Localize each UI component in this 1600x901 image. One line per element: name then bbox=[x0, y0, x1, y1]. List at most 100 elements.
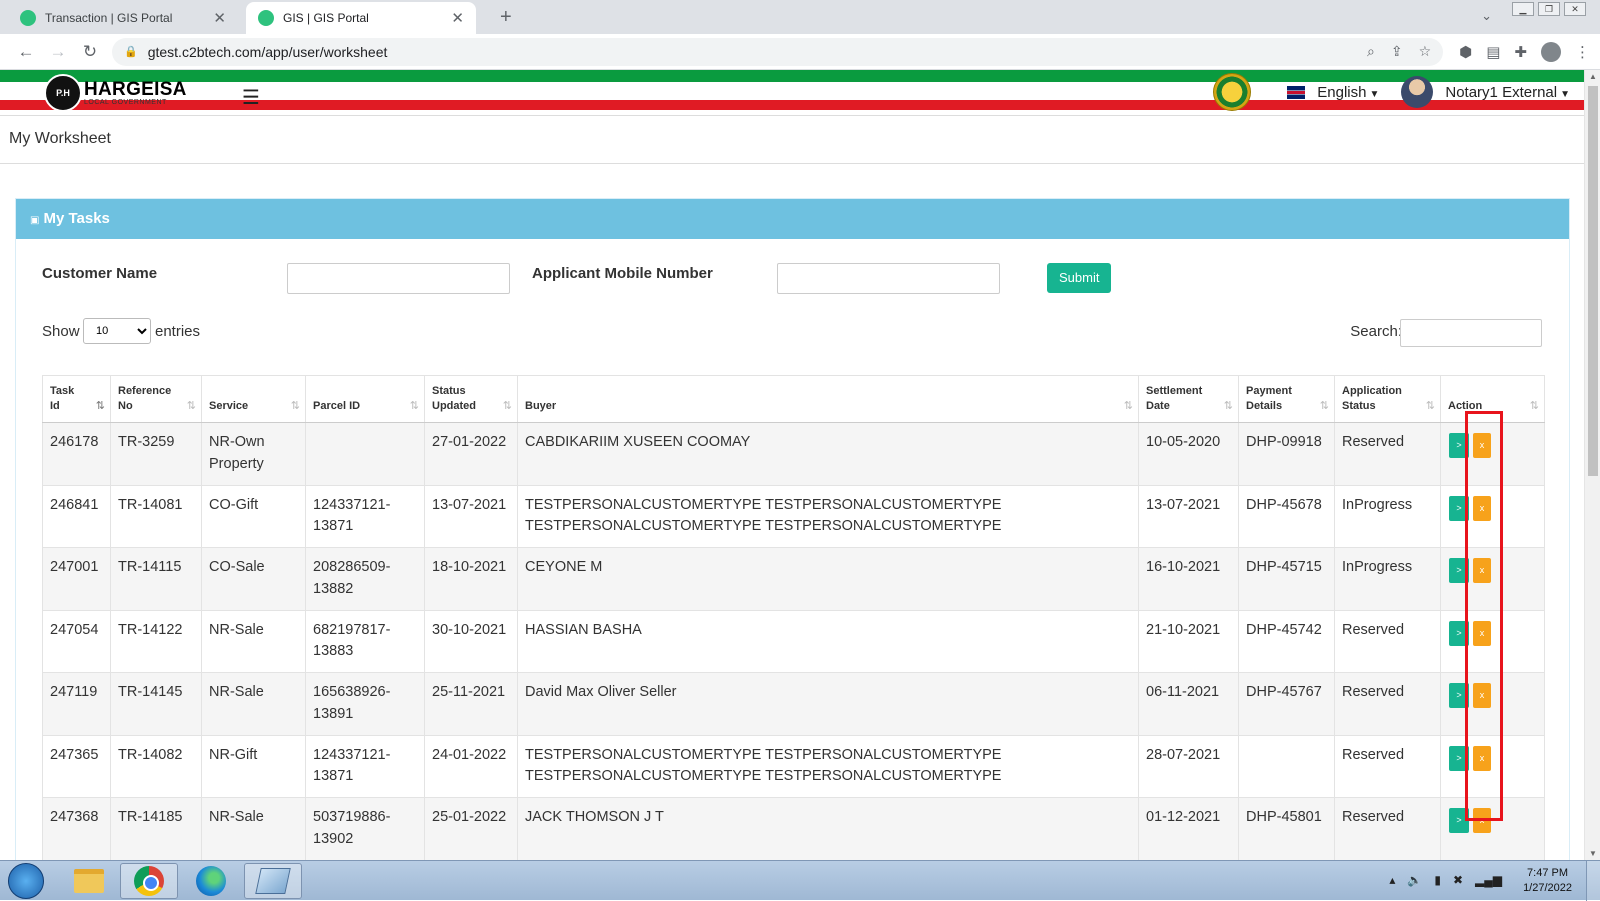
cancel-task-button[interactable]: x bbox=[1473, 495, 1491, 521]
sort-icon[interactable]: ⇅ bbox=[1426, 399, 1435, 414]
restore-icon[interactable]: ❐ bbox=[1538, 2, 1560, 16]
column-header[interactable]: Buyer ⇅ bbox=[517, 375, 1139, 423]
taskbar-explorer[interactable] bbox=[60, 863, 118, 899]
extension-shield-icon[interactable]: ⬢ bbox=[1459, 43, 1472, 61]
taskbar-notepad[interactable] bbox=[244, 863, 302, 899]
column-header[interactable]: Application Status ⇅ bbox=[1334, 375, 1441, 423]
cancel-task-button[interactable]: x bbox=[1473, 683, 1491, 708]
column-header[interactable]: Action ⇅ bbox=[1440, 375, 1545, 423]
edge-icon bbox=[196, 866, 226, 896]
hamburger-menu-icon[interactable]: ☰ bbox=[242, 85, 260, 110]
cancel-task-button[interactable]: x bbox=[1473, 433, 1491, 458]
table-cell: TR-14082 bbox=[110, 734, 202, 798]
mobile-number-input[interactable] bbox=[777, 263, 1000, 294]
browser-tab-gis[interactable]: GIS | GIS Portal ✕ bbox=[246, 2, 476, 34]
submit-button[interactable]: Submit bbox=[1047, 263, 1112, 293]
sort-icon[interactable]: ⇅ bbox=[96, 399, 105, 414]
battery-icon[interactable]: ▮ bbox=[1434, 873, 1441, 887]
column-header[interactable]: Parcel ID ⇅ bbox=[305, 375, 425, 423]
sort-icon[interactable]: ⇅ bbox=[187, 399, 196, 414]
chevron-down-icon[interactable]: ⌄ bbox=[1481, 8, 1492, 24]
sort-icon[interactable]: ⇅ bbox=[1124, 399, 1133, 414]
extensions-puzzle-icon[interactable]: ✚ bbox=[1514, 43, 1527, 61]
sort-icon[interactable]: ⇅ bbox=[1530, 399, 1539, 414]
bookmark-star-icon[interactable]: ☆ bbox=[1419, 43, 1432, 60]
emblem-icon: P.H bbox=[44, 74, 82, 112]
open-task-button[interactable]: > bbox=[1449, 433, 1469, 458]
taskbar-chrome[interactable] bbox=[120, 863, 178, 899]
lock-icon[interactable]: 🔒 bbox=[124, 45, 138, 58]
column-header[interactable]: Service ⇅ bbox=[201, 375, 306, 423]
close-icon[interactable]: ✕ bbox=[451, 9, 464, 27]
minimize-icon[interactable]: ▁ bbox=[1512, 2, 1534, 16]
profile-avatar-icon[interactable] bbox=[1541, 41, 1561, 62]
forward-arrow-icon[interactable]: → bbox=[42, 42, 74, 62]
column-header-label: Parcel ID bbox=[313, 400, 361, 413]
sort-icon[interactable]: ⇅ bbox=[410, 399, 419, 414]
window-close-icon[interactable]: ✕ bbox=[1564, 2, 1586, 16]
customer-name-input[interactable] bbox=[287, 263, 510, 294]
reload-icon[interactable]: ↻ bbox=[74, 42, 106, 62]
table-cell bbox=[305, 422, 425, 486]
share-icon[interactable]: ⇪ bbox=[1391, 43, 1403, 60]
system-tray: ▴ 🔈 ▮ ✖ ▂▄▆ bbox=[1389, 873, 1502, 887]
cancel-task-button[interactable]: x bbox=[1473, 808, 1491, 833]
column-header[interactable]: Settlement Date ⇅ bbox=[1138, 375, 1239, 423]
scroll-up-icon[interactable]: ▲ bbox=[1585, 72, 1600, 81]
search-input[interactable] bbox=[1400, 319, 1542, 347]
show-desktop-button[interactable] bbox=[1586, 861, 1600, 901]
sort-icon[interactable]: ⇅ bbox=[503, 399, 512, 414]
taskbar-edge[interactable] bbox=[182, 863, 240, 899]
column-header[interactable]: Status Updated ⇅ bbox=[424, 375, 518, 423]
column-header-label: Settlement bbox=[1146, 385, 1203, 398]
open-task-button[interactable]: > bbox=[1449, 808, 1469, 833]
table-cell: 246841 bbox=[42, 484, 111, 548]
browser-tab-transaction[interactable]: Transaction | GIS Portal ✕ bbox=[8, 2, 238, 34]
column-header[interactable]: Task Id ⇅ bbox=[42, 375, 111, 423]
network-warning-icon[interactable]: ✖ bbox=[1453, 873, 1463, 887]
hargeisa-logo[interactable]: P.H HARGEISA LOCAL GOVERNMENT bbox=[44, 74, 187, 112]
open-task-button[interactable]: > bbox=[1449, 683, 1469, 708]
address-bar[interactable]: 🔒 gtest.c2btech.com/app/user/worksheet ⌕… bbox=[112, 37, 1444, 66]
column-header[interactable]: Reference No ⇅ bbox=[110, 375, 202, 423]
language-dropdown[interactable]: English ▼ bbox=[1317, 84, 1379, 101]
column-header[interactable]: Payment Details ⇅ bbox=[1238, 375, 1335, 423]
table-cell: DHP-45801 bbox=[1238, 797, 1335, 860]
browser-menu-icon[interactable]: ⋮ bbox=[1575, 43, 1590, 61]
scrollbar-thumb[interactable] bbox=[1588, 86, 1598, 476]
cancel-task-button[interactable]: x bbox=[1473, 558, 1491, 583]
taskbar-clock[interactable]: 7:47 PM 1/27/2022 bbox=[1523, 866, 1572, 896]
signal-icon[interactable]: ▂▄▆ bbox=[1475, 873, 1502, 887]
entries-select[interactable]: 10 bbox=[83, 318, 151, 344]
cancel-task-button[interactable]: x bbox=[1473, 620, 1491, 646]
cancel-task-button[interactable]: x bbox=[1473, 745, 1491, 771]
extension-doc-icon[interactable]: ▤ bbox=[1486, 43, 1500, 61]
back-arrow-icon[interactable]: ← bbox=[10, 42, 42, 62]
table-cell: Reserved bbox=[1334, 734, 1441, 798]
open-task-button[interactable]: > bbox=[1449, 558, 1469, 583]
user-avatar[interactable] bbox=[1401, 76, 1434, 108]
user-dropdown[interactable]: Notary1 External ▼ bbox=[1445, 84, 1570, 101]
zoom-icon[interactable]: ⌕ bbox=[1367, 43, 1375, 60]
table-cell: 246178 bbox=[42, 422, 111, 486]
sort-icon[interactable]: ⇅ bbox=[1320, 399, 1329, 414]
column-header-label: Reference bbox=[118, 385, 172, 398]
close-icon[interactable]: ✕ bbox=[213, 9, 226, 27]
start-button[interactable] bbox=[8, 863, 44, 899]
column-header-label: Service bbox=[209, 400, 249, 413]
page-viewport: P.H HARGEISA LOCAL GOVERNMENT ☰ English ▼… bbox=[0, 70, 1600, 860]
tray-expand-icon[interactable]: ▴ bbox=[1389, 873, 1395, 887]
volume-icon[interactable]: 🔈 bbox=[1407, 873, 1422, 887]
action-cell: > x bbox=[1440, 484, 1545, 548]
scroll-down-icon[interactable]: ▼ bbox=[1585, 849, 1600, 858]
table-cell: 247368 bbox=[42, 797, 111, 860]
column-header-label: No bbox=[118, 400, 133, 413]
page-scrollbar[interactable]: ▲ ▼ bbox=[1584, 70, 1600, 860]
new-tab-icon[interactable]: + bbox=[500, 6, 512, 29]
sort-icon[interactable]: ⇅ bbox=[291, 399, 300, 414]
open-task-button[interactable]: > bbox=[1449, 620, 1469, 646]
open-task-button[interactable]: > bbox=[1449, 495, 1469, 521]
sort-icon[interactable]: ⇅ bbox=[1224, 399, 1233, 414]
brand-name: HARGEISA bbox=[84, 79, 187, 100]
open-task-button[interactable]: > bbox=[1449, 745, 1469, 771]
